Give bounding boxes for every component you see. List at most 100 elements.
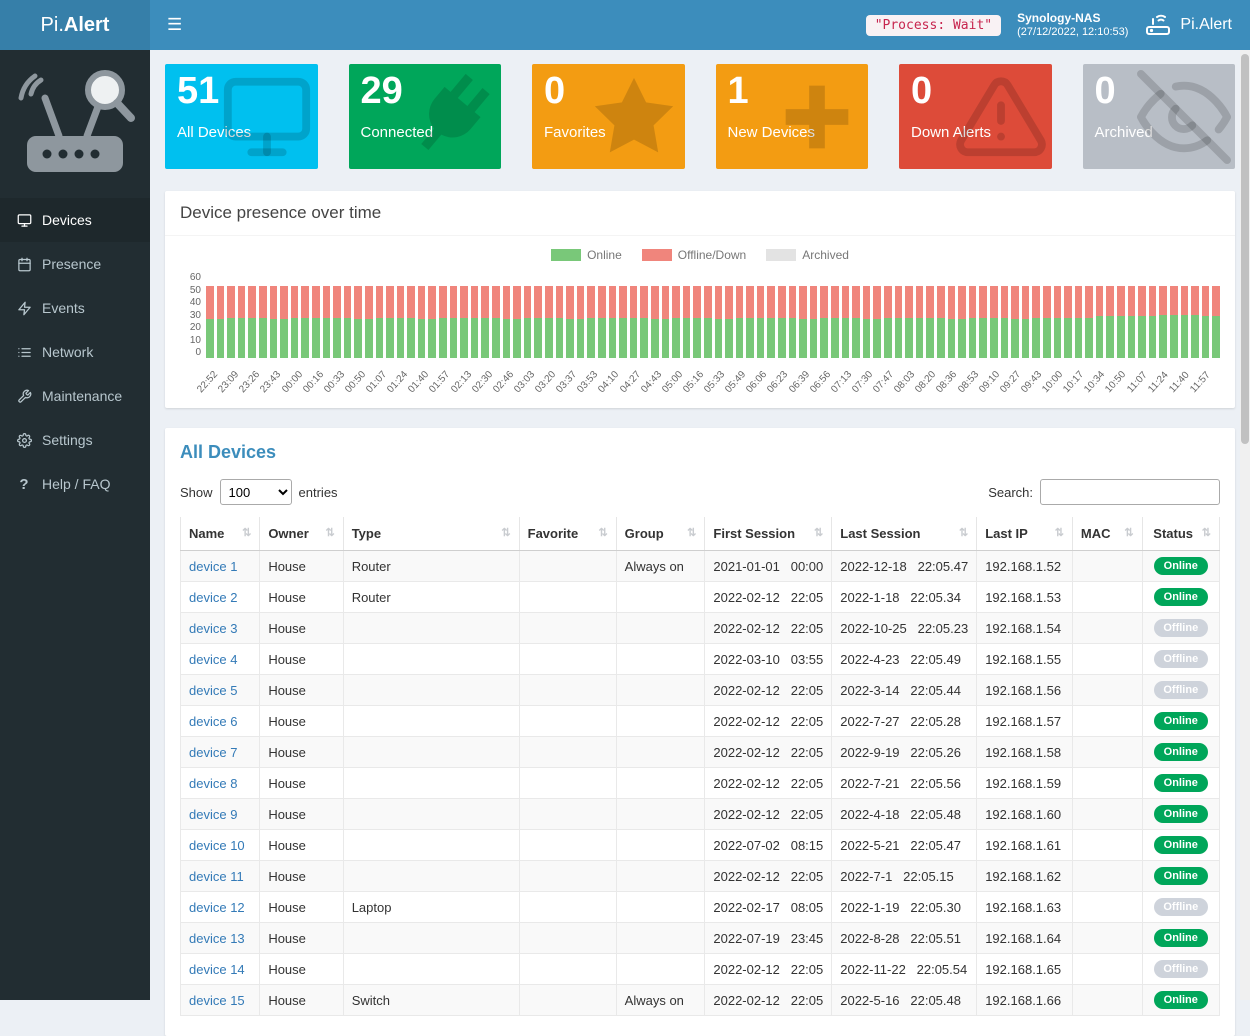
column-header-mac[interactable]: MAC⇅: [1072, 517, 1142, 551]
status-badge: Online: [1154, 743, 1208, 761]
chart-bar: [545, 272, 553, 358]
cell-favorite: [519, 675, 616, 706]
devices-table-header-row: Name⇅Owner⇅Type⇅Favorite⇅Group⇅First Ses…: [181, 517, 1220, 551]
table-row: device 6House2022-02-12 22:052022-7-27 2…: [181, 706, 1220, 737]
chart-legend: OnlineOffline/DownArchived: [180, 248, 1220, 262]
status-badge: Online: [1154, 557, 1208, 575]
cell-last_ip: 192.168.1.62: [977, 861, 1073, 892]
sidebar-item-maintenance[interactable]: Maintenance: [0, 374, 150, 418]
pialert-logo-graphic: [0, 50, 150, 190]
device-link[interactable]: device 12: [189, 900, 245, 915]
device-link[interactable]: device 4: [189, 652, 237, 667]
chart-bar: [969, 272, 977, 358]
device-link[interactable]: device 9: [189, 807, 237, 822]
column-header-first-session[interactable]: First Session ⇅: [705, 517, 832, 551]
sidebar-item-devices[interactable]: Devices: [0, 198, 150, 242]
chart-bar: [280, 272, 288, 358]
sidebar-item-label: Devices: [42, 212, 92, 228]
app-logo[interactable]: Pi.Alert: [0, 0, 150, 50]
column-header-label: Status: [1153, 526, 1193, 541]
vertical-scrollbar[interactable]: [1240, 50, 1250, 1000]
table-row: device 10House2022-07-02 08:152022-5-21 …: [181, 830, 1220, 861]
column-header-last-ip[interactable]: Last IP⇅: [977, 517, 1073, 551]
infobox-archived[interactable]: 0 Archived: [1083, 64, 1236, 169]
device-link[interactable]: device 1: [189, 559, 237, 574]
cell-last_ip: 192.168.1.54: [977, 613, 1073, 644]
cell-favorite: [519, 861, 616, 892]
column-header-type[interactable]: Type⇅: [343, 517, 519, 551]
chart-bar: [767, 272, 775, 358]
cell-last_ip: 192.168.1.55: [977, 644, 1073, 675]
cell-name: device 1: [181, 551, 260, 582]
infobox-down-alerts[interactable]: 0 Down Alerts: [899, 64, 1052, 169]
chart-bar: [534, 272, 542, 358]
scrollbar-thumb[interactable]: [1241, 54, 1249, 444]
infobox-new-devices[interactable]: 1 New Devices: [716, 64, 869, 169]
legend-item: Offline/Down: [642, 248, 746, 262]
sort-icon[interactable]: ⇅: [242, 526, 251, 539]
column-header-owner[interactable]: Owner⇅: [260, 517, 343, 551]
device-link[interactable]: device 15: [189, 993, 245, 1008]
sort-icon[interactable]: ⇅: [501, 526, 510, 539]
chart-y-tick-label: 10: [190, 335, 201, 346]
page-length-select[interactable]: 100: [220, 479, 292, 505]
column-header-favorite[interactable]: Favorite⇅: [519, 517, 616, 551]
cell-name: device 2: [181, 582, 260, 613]
presence-panel-title: Device presence over time: [165, 191, 1235, 236]
device-link[interactable]: device 8: [189, 776, 237, 791]
question-mark-icon: ?: [16, 476, 32, 492]
sidebar-item-settings[interactable]: Settings: [0, 418, 150, 462]
cell-favorite: [519, 923, 616, 954]
status-badge: Online: [1154, 712, 1208, 730]
chart-bar: [217, 272, 225, 358]
sort-icon[interactable]: ⇅: [325, 526, 334, 539]
infobox-all-devices[interactable]: 51 All Devices: [165, 64, 318, 169]
plug-icon: [403, 70, 497, 164]
infobox-connected[interactable]: 29 Connected: [349, 64, 502, 169]
sidebar-item-help[interactable]: ? Help / FAQ: [0, 462, 150, 506]
device-link[interactable]: device 6: [189, 714, 237, 729]
sidebar-item-presence[interactable]: Presence: [0, 242, 150, 286]
chart-bar: [524, 272, 532, 358]
chart-bar: [884, 272, 892, 358]
device-link[interactable]: device 10: [189, 838, 245, 853]
legend-swatch: [766, 249, 796, 261]
entries-label: entries: [299, 485, 338, 500]
device-link[interactable]: device 13: [189, 931, 245, 946]
status-badge: Online: [1154, 805, 1208, 823]
infobox-favorites[interactable]: 0 Favorites: [532, 64, 685, 169]
column-header-name[interactable]: Name⇅: [181, 517, 260, 551]
cell-group: [616, 892, 705, 923]
column-header-status[interactable]: Status ⇅: [1142, 517, 1219, 551]
device-link[interactable]: device 2: [189, 590, 237, 605]
cell-last_ip: 192.168.1.59: [977, 768, 1073, 799]
sort-icon[interactable]: ⇅: [814, 526, 823, 539]
device-link[interactable]: device 3: [189, 621, 237, 636]
sort-icon[interactable]: ⇅: [1124, 526, 1133, 539]
cell-last_ip: 192.168.1.61: [977, 830, 1073, 861]
column-header-group[interactable]: Group⇅: [616, 517, 705, 551]
cell-last_session: 2022-7-1 22:05.15: [832, 861, 977, 892]
column-header-label: First Session: [713, 526, 795, 541]
sort-icon[interactable]: ⇅: [959, 526, 968, 539]
device-link[interactable]: device 5: [189, 683, 237, 698]
host-info: Synology-NAS (27/12/2022, 12:10:53): [1017, 11, 1128, 40]
sidebar-item-network[interactable]: Network: [0, 330, 150, 374]
cell-favorite: [519, 799, 616, 830]
sort-icon[interactable]: ⇅: [687, 526, 696, 539]
sidebar-item-events[interactable]: Events: [0, 286, 150, 330]
list-icon: [16, 344, 32, 360]
chart-bar: [1075, 272, 1083, 358]
search-input[interactable]: [1040, 479, 1220, 505]
cell-first_session: 2022-07-02 08:15: [705, 830, 832, 861]
cell-favorite: [519, 830, 616, 861]
column-header-last-session[interactable]: Last Session⇅: [832, 517, 977, 551]
device-link[interactable]: device 7: [189, 745, 237, 760]
sidebar-menu: Devices Presence Events Network Maintena…: [0, 198, 150, 506]
device-link[interactable]: device 11: [189, 869, 244, 884]
device-link[interactable]: device 14: [189, 962, 245, 977]
sort-icon[interactable]: ⇅: [1055, 526, 1064, 539]
sort-icon[interactable]: ⇅: [1202, 526, 1211, 539]
sort-icon[interactable]: ⇅: [598, 526, 607, 539]
hamburger-menu-icon[interactable]: ☰: [150, 0, 199, 50]
